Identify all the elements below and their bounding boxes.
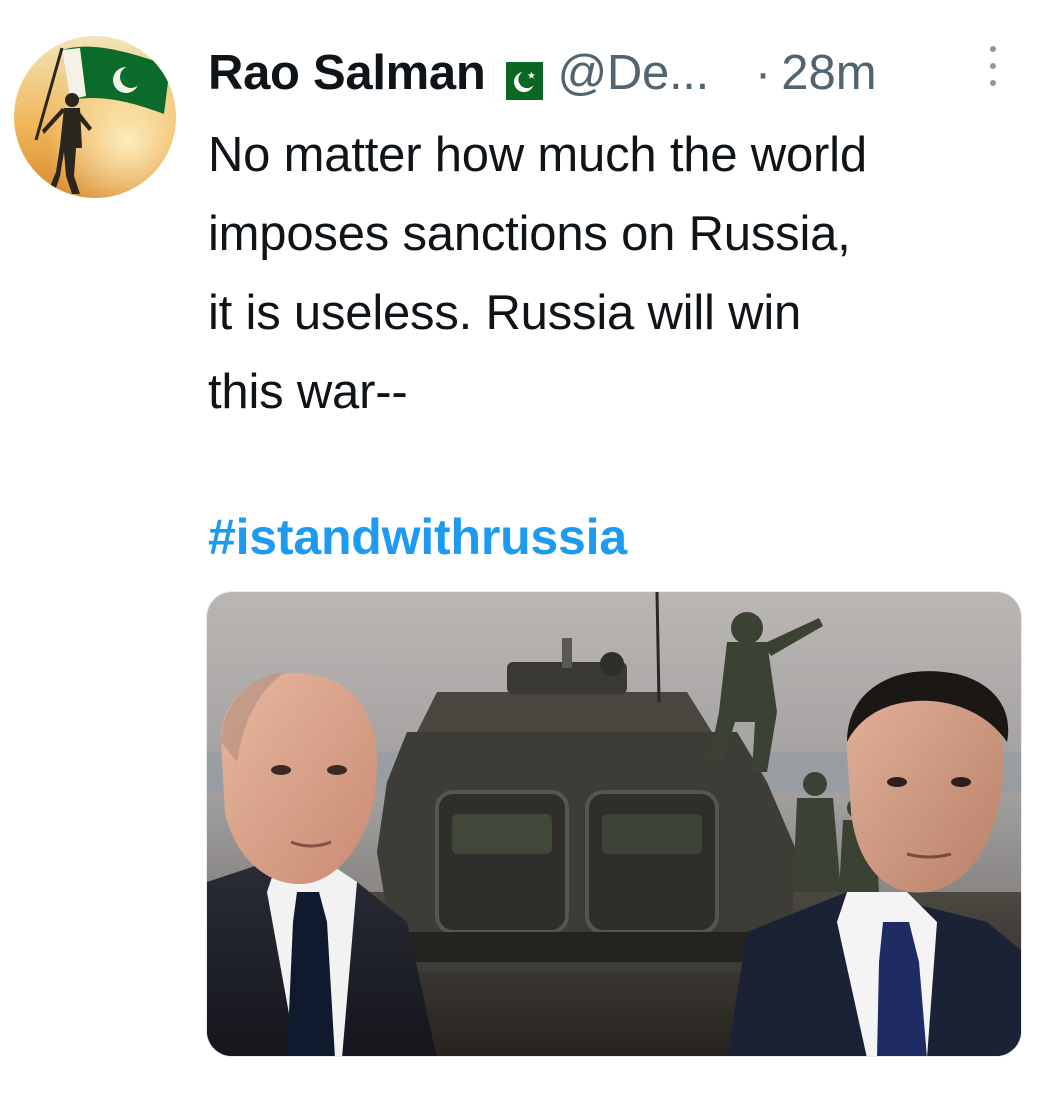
separator-dot: · [754,46,772,100]
tweet-header: Rao Salman @De... · 28m [208,40,1028,106]
author-handle[interactable]: @De... [557,45,709,101]
tweet-media-image[interactable] [206,591,1022,1057]
author-name[interactable]: Rao Salman [208,45,486,101]
more-options-icon[interactable] [986,46,1000,86]
hashtag-link[interactable]: #istandwithrussia [208,502,627,572]
timestamp[interactable]: 28m [781,45,876,101]
tweet[interactable]: Rao Salman @De... · 28m No matter how mu… [0,0,1058,1094]
pakistan-flag-icon [493,56,544,101]
avatar[interactable] [14,36,176,198]
tweet-text: No matter how much the world imposes san… [208,128,867,419]
